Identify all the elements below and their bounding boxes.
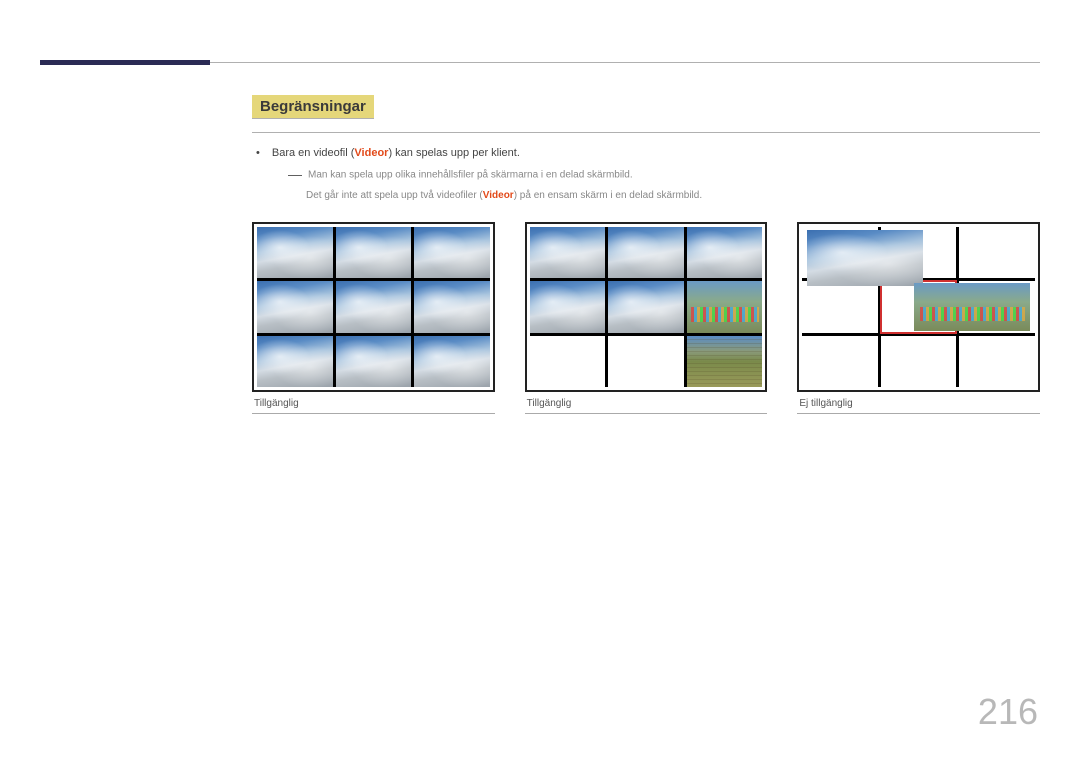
note2-pre: Det går inte att spela upp två videofile…: [306, 190, 483, 201]
overlap-video-b: [914, 283, 1030, 331]
grid-cell: [687, 227, 763, 278]
panel-available-2: Tillgänglig: [525, 222, 768, 414]
grid-cell: [608, 336, 684, 387]
bullet-post: ) kan spelas upp per klient.: [388, 147, 519, 159]
note-line-1: Man kan spela upp olika innehållsfiler p…: [308, 170, 633, 181]
grid-cell: [687, 281, 763, 332]
video-grid: [257, 227, 490, 387]
page-number: 216: [978, 691, 1038, 733]
section-title: Begränsningar: [252, 95, 374, 119]
grid-cell: [687, 336, 763, 387]
video-grid: [530, 227, 763, 387]
bullet-dot-icon: •: [256, 147, 260, 159]
grid-cell: [414, 336, 490, 387]
grid-frame: [252, 222, 495, 392]
bullet-item: • Bara en videofil (Videor) kan spelas u…: [252, 147, 1040, 159]
note-block: ― Man kan spela upp olika innehållsfiler …: [288, 163, 1040, 204]
grid-cell: [257, 227, 333, 278]
grid-cell: [608, 281, 684, 332]
grid-frame: [797, 222, 1040, 392]
grid-cell: [802, 281, 878, 332]
overlap-video-a: [807, 230, 923, 286]
grid-cell: [336, 281, 412, 332]
dash-icon: ―: [288, 166, 302, 182]
panel-caption: Tillgänglig: [525, 392, 768, 414]
grid-cell: [881, 336, 957, 387]
grid-cell: [257, 336, 333, 387]
grid-cell: [336, 227, 412, 278]
title-underline: [252, 132, 1040, 133]
note-line-2: Det går inte att spela upp två videofile…: [306, 187, 702, 204]
grid-frame: [525, 222, 768, 392]
grid-cell: [959, 227, 1035, 278]
grid-cell: [414, 281, 490, 332]
bullet-highlight: Videor: [354, 147, 388, 159]
panel-caption: Ej tillgänglig: [797, 392, 1040, 414]
note2-post: ) på en ensam skärm i en delad skärmbild…: [514, 190, 702, 201]
video-grid: [802, 227, 1035, 387]
grid-cell: [802, 336, 878, 387]
bullet-pre: Bara en videofil (: [272, 147, 355, 159]
panel-not-available: Ej tillgänglig: [797, 222, 1040, 414]
panel-caption: Tillgänglig: [252, 392, 495, 414]
grid-cell: [257, 281, 333, 332]
example-panels: Tillgänglig Tillgänglig: [252, 222, 1040, 414]
bullet-text: Bara en videofil (Videor) kan spelas upp…: [272, 147, 520, 159]
main-content: Begränsningar • Bara en videofil (Videor…: [252, 95, 1040, 414]
note2-highlight: Videor: [483, 190, 514, 201]
grid-cell: [530, 336, 606, 387]
grid-cell: [336, 336, 412, 387]
panel-available-1: Tillgänglig: [252, 222, 495, 414]
grid-cell: [959, 336, 1035, 387]
grid-cell: [530, 227, 606, 278]
grid-cell: [414, 227, 490, 278]
grid-cell: [608, 227, 684, 278]
grid-cell: [530, 281, 606, 332]
header-rule: [40, 62, 1040, 65]
